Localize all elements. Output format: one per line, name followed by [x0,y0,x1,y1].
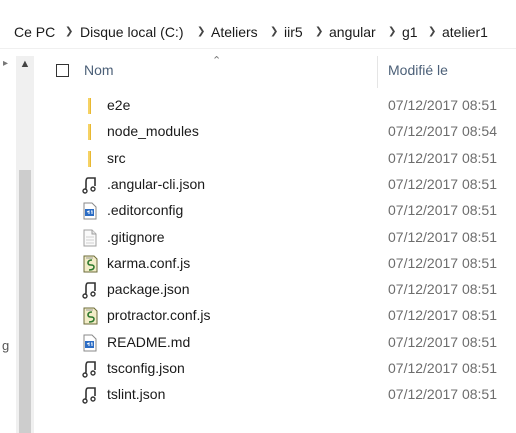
folder-icon [82,123,98,141]
chevron-right-icon[interactable]: ❯ [197,22,205,42]
file-modified-date: 07/12/2017 08:54 [388,123,497,140]
file-modified-date: 07/12/2017 08:51 [388,175,497,192]
breadcrumb: Ce PC ❯ Disque local (C:) ❯ Ateliers ❯ i… [0,0,516,49]
file-row[interactable]: e2e 07/12/2017 08:51 [36,93,516,119]
file-name: protractor.conf.js [107,307,211,324]
folder-icon [82,97,98,115]
config-file-icon [82,334,98,352]
file-name: karma.conf.js [107,254,191,271]
breadcrumb-item-ce-pc[interactable]: Ce PC [14,22,55,42]
chevron-right-icon[interactable]: ❯ [428,22,436,42]
file-row[interactable]: karma.conf.js 07/12/2017 08:51 [36,251,516,277]
file-name: .gitignore [107,228,165,245]
file-row[interactable]: .angular-cli.json 07/12/2017 08:51 [36,172,516,198]
file-name: e2e [107,97,131,113]
sort-ascending-icon: ⌃ [212,55,222,67]
file-name: tslint.json [107,386,166,403]
select-all-checkbox[interactable] [56,64,69,77]
file-name: README.md [107,333,191,350]
file-modified-date: 07/12/2017 08:51 [388,254,497,271]
file-modified-date: 07/12/2017 08:51 [388,281,497,298]
expand-arrow-icon[interactable]: ▸ [3,58,8,69]
file-row[interactable]: tslint.json 07/12/2017 08:51 [36,382,516,408]
column-divider[interactable] [377,56,378,88]
chevron-right-icon[interactable]: ❯ [270,22,278,42]
config-file-icon [82,202,98,220]
file-modified-date: 07/12/2017 08:51 [388,360,497,376]
file-name: .angular-cli.json [107,175,206,192]
json-file-icon [82,386,98,404]
breadcrumb-item-disque-local[interactable]: Disque local (C:) [80,22,183,42]
file-name: node_modules [107,123,199,140]
json-file-icon [82,360,98,378]
chevron-right-icon[interactable]: ❯ [315,22,323,42]
breadcrumb-item-iir5[interactable]: iir5 [284,22,303,42]
file-name: src [107,149,126,166]
json-file-icon [82,281,98,299]
nav-item-partial[interactable]: g [2,338,9,353]
folder-icon [82,150,98,168]
file-row[interactable]: README.md 07/12/2017 08:51 [36,330,516,356]
breadcrumb-item-g1[interactable]: g1 [402,22,418,42]
breadcrumb-item-angular[interactable]: angular [329,22,376,42]
file-modified-date: 07/12/2017 08:51 [388,386,497,403]
file-name: tsconfig.json [107,360,185,376]
file-row[interactable]: tsconfig.json 07/12/2017 08:51 [36,356,516,382]
script-file-icon [82,307,98,325]
nav-scrollbar-thumb[interactable] [19,170,31,433]
file-modified-date: 07/12/2017 08:51 [388,228,497,245]
file-name: package.json [107,281,190,298]
breadcrumb-item-ateliers[interactable]: Ateliers [211,22,258,42]
column-header-name[interactable]: Nom [84,62,114,78]
column-header-modified[interactable]: Modifié le [388,62,448,78]
column-header: Nom ⌃ Modifié le [36,55,516,88]
file-modified-date: 07/12/2017 08:51 [388,149,497,166]
file-modified-date: 07/12/2017 08:51 [388,307,497,324]
file-row[interactable]: src 07/12/2017 08:51 [36,146,516,172]
breadcrumb-item-atelier1[interactable]: atelier1 [442,22,488,42]
file-modified-date: 07/12/2017 08:51 [388,97,497,113]
file-row[interactable]: protractor.conf.js 07/12/2017 08:51 [36,303,516,329]
file-modified-date: 07/12/2017 08:51 [388,202,497,219]
file-row[interactable]: package.json 07/12/2017 08:51 [36,277,516,303]
script-file-icon [82,255,98,273]
json-file-icon [82,176,98,194]
text-file-icon [82,229,98,247]
scroll-up-arrow-icon[interactable]: ▲ [16,56,34,72]
file-name: .editorconfig [107,202,184,219]
file-row[interactable]: .gitignore 07/12/2017 08:51 [36,225,516,251]
chevron-right-icon[interactable]: ❯ [388,22,396,42]
chevron-right-icon[interactable]: ❯ [65,22,73,42]
file-row[interactable]: .editorconfig 07/12/2017 08:51 [36,198,516,224]
file-modified-date: 07/12/2017 08:51 [388,333,497,350]
file-row[interactable]: node_modules 07/12/2017 08:54 [36,119,516,145]
